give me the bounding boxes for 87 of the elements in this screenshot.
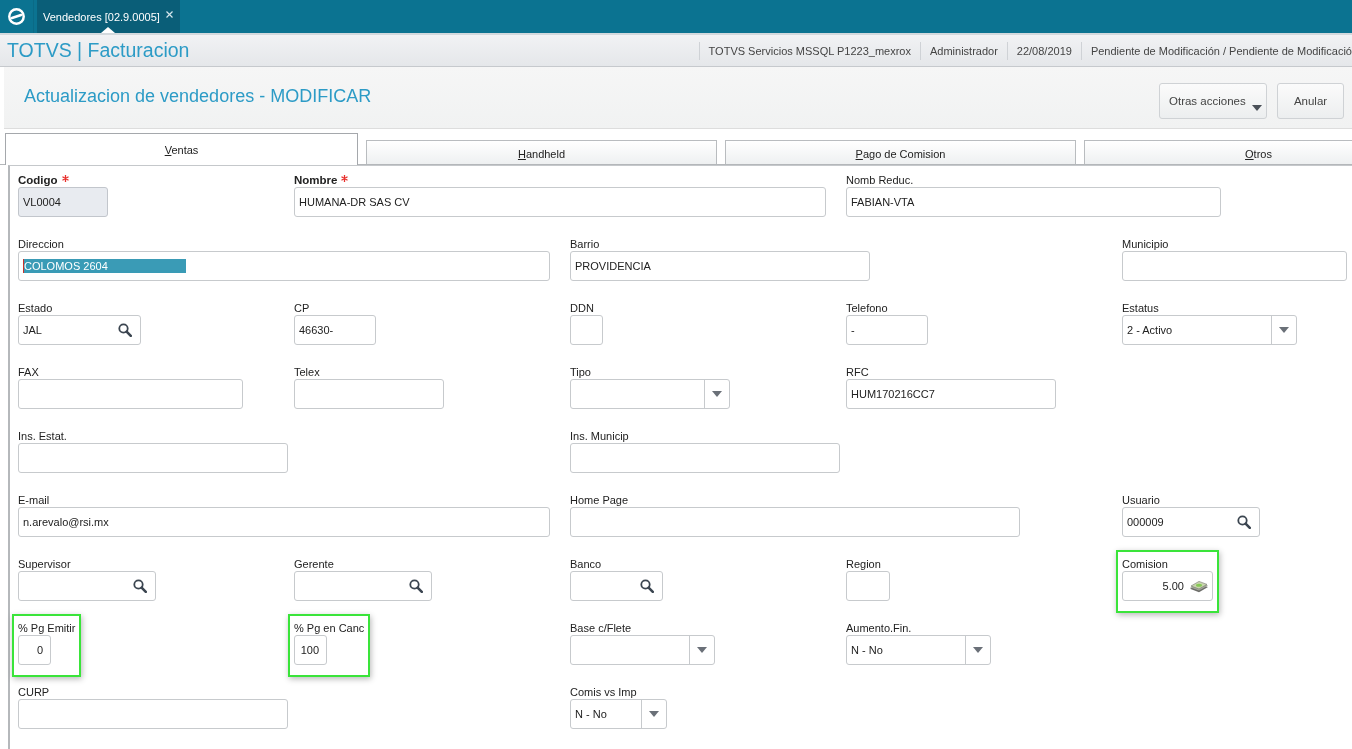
tab[interactable]: Otros bbox=[1084, 140, 1352, 164]
caret-down-icon[interactable] bbox=[973, 647, 983, 653]
field-label: Estatus bbox=[1122, 301, 1159, 315]
search-field[interactable] bbox=[18, 571, 156, 601]
text-field[interactable]: 46630- bbox=[294, 315, 376, 345]
field-label: Gerente bbox=[294, 557, 334, 571]
text-field[interactable] bbox=[1122, 251, 1347, 281]
banknote-stack-icon[interactable] bbox=[1189, 579, 1209, 593]
text-field[interactable] bbox=[570, 443, 840, 473]
search-field[interactable] bbox=[294, 571, 432, 601]
number-field[interactable]: 100 bbox=[294, 635, 327, 665]
field-label: Region bbox=[846, 557, 881, 571]
text-field[interactable]: - bbox=[846, 315, 928, 345]
field-label: Base c/Flete bbox=[570, 621, 632, 635]
caret-down-icon[interactable] bbox=[1279, 327, 1289, 333]
field-label: Usuario bbox=[1122, 493, 1160, 507]
field-label: Ins. Municip bbox=[570, 429, 629, 443]
field-label: Comision bbox=[1122, 557, 1168, 571]
field-label: E-mail bbox=[18, 493, 50, 507]
search-icon[interactable] bbox=[640, 579, 654, 593]
ring-logo-icon[interactable] bbox=[7, 7, 26, 26]
action-button[interactable]: Anular bbox=[1277, 82, 1344, 119]
text-field[interactable]: HUMANA-DR SAS CV bbox=[294, 187, 826, 217]
dropdown[interactable]: N - No bbox=[570, 699, 667, 729]
search-icon[interactable] bbox=[118, 323, 132, 337]
tab[interactable]: Pago de Comision bbox=[725, 140, 1076, 164]
header-info-item: Administrador bbox=[919, 41, 1007, 60]
text-field[interactable] bbox=[846, 571, 890, 601]
caret-down-icon[interactable] bbox=[649, 711, 659, 717]
text-field[interactable]: n.arevalo@rsi.mx bbox=[18, 507, 550, 537]
field-label: RFC bbox=[846, 365, 869, 379]
field-label: DDN bbox=[570, 301, 594, 315]
field-label: Nomb Reduc. bbox=[846, 173, 914, 187]
app-title: TOTVS | Facturacion bbox=[7, 39, 190, 62]
text-field[interactable] bbox=[18, 699, 288, 729]
field-label: Barrio bbox=[570, 237, 600, 251]
header-info-item: 22/08/2019 bbox=[1006, 41, 1081, 60]
text-field[interactable] bbox=[570, 315, 603, 345]
field-label: Telefono bbox=[846, 301, 888, 315]
field-label: Ins. Estat. bbox=[18, 429, 67, 443]
tab[interactable]: Handheld bbox=[366, 140, 717, 164]
page-title: Actualizacion de vendedores - MODIFICAR bbox=[24, 85, 372, 107]
field-label: Telex bbox=[294, 365, 320, 379]
field-label: Municipio bbox=[1122, 237, 1169, 251]
field-label: Aumento.Fin. bbox=[846, 621, 912, 635]
text-field[interactable] bbox=[18, 379, 243, 409]
number-field[interactable]: 0 bbox=[18, 635, 51, 665]
field-label: Codigo bbox=[18, 173, 58, 187]
asterisk-icon bbox=[341, 175, 349, 182]
menu-button[interactable]: Otras acciones bbox=[1159, 82, 1267, 119]
field-label: FAX bbox=[18, 365, 39, 379]
field-label: Direccion bbox=[18, 237, 64, 251]
header-info-item: TOTVS Servicios MSSQL P1223_mexrox bbox=[698, 41, 920, 60]
field-label: Supervisor bbox=[18, 557, 71, 571]
text-field[interactable]: PROVIDENCIA bbox=[570, 251, 870, 281]
field-label: Home Page bbox=[570, 493, 629, 507]
currency-field[interactable]: 5.00 bbox=[1122, 571, 1213, 601]
search-icon[interactable] bbox=[409, 579, 423, 593]
header-info-item: Pendiente de Modificación / Pendiente de Modificació bbox=[1080, 41, 1352, 60]
asterisk-icon bbox=[61, 175, 69, 182]
close-icon[interactable] bbox=[165, 10, 173, 18]
search-icon[interactable] bbox=[1237, 515, 1251, 529]
tab[interactable]: Ventas bbox=[5, 133, 358, 165]
field-label: CP bbox=[294, 301, 310, 315]
text-field[interactable] bbox=[294, 379, 444, 409]
search-icon[interactable] bbox=[133, 579, 147, 593]
field-label: Banco bbox=[570, 557, 602, 571]
field-label: CURP bbox=[18, 685, 50, 699]
caret-down-icon bbox=[1252, 104, 1262, 111]
dropdown[interactable]: N - No bbox=[846, 635, 991, 665]
search-field[interactable]: JAL bbox=[18, 315, 141, 345]
text-field[interactable] bbox=[570, 507, 1020, 537]
text-field[interactable]: HUM170216CC7 bbox=[846, 379, 1056, 409]
field-label: % Pg Emitir bbox=[18, 621, 76, 635]
field-label: Tipo bbox=[570, 365, 591, 379]
field-label: Estado bbox=[18, 301, 53, 315]
caret-down-icon[interactable] bbox=[697, 647, 707, 653]
text-field[interactable]: FABIAN-VTA bbox=[846, 187, 1221, 217]
text-field[interactable] bbox=[18, 443, 288, 473]
app-tab[interactable]: Vendedores [02.9.0005] bbox=[37, 0, 180, 33]
field-label: % Pg en Canc bbox=[294, 621, 365, 635]
field-label: Comis vs Imp bbox=[570, 685, 637, 699]
search-field[interactable] bbox=[570, 571, 663, 601]
dropdown[interactable]: 2 - Activo bbox=[1122, 315, 1297, 345]
field-label: Nombre bbox=[294, 173, 338, 187]
search-field[interactable]: 000009 bbox=[1122, 507, 1260, 537]
caret-down-icon[interactable] bbox=[712, 391, 722, 397]
